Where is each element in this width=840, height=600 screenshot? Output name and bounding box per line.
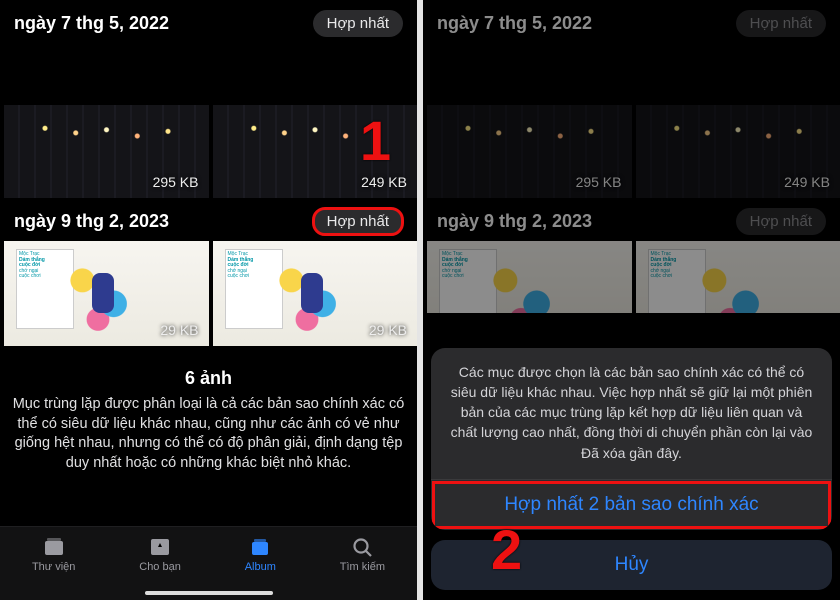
- annotation-step-number: 2: [491, 517, 522, 582]
- photo-thumb[interactable]: 249 KB: [636, 43, 840, 198]
- photo-thumb[interactable]: Mộc Trạc Dám thẳng cuộc đời chớ ngại cuộ…: [213, 241, 418, 346]
- file-size-badge: 249 KB: [361, 174, 407, 190]
- action-sheet-card: Các mục được chọn là các bản sao chính x…: [431, 348, 832, 530]
- photo-thumb[interactable]: 295 KB: [4, 43, 209, 198]
- screenshot-step-2: ngày 7 thg 5, 2022 Hợp nhất 295 KB 249 K…: [423, 0, 840, 600]
- photo-thumb[interactable]: Mộc Trạc Dám thẳng cuộc đời chớ ngại cuộ…: [636, 241, 840, 313]
- file-size-badge: 29 KB: [160, 322, 198, 338]
- tab-library[interactable]: Thư viện: [32, 535, 75, 573]
- duplicates-list: ngày 7 thg 5, 2022 Hợp nhất 295 KB 249 K…: [423, 0, 840, 313]
- merge-button[interactable]: Hợp nhất: [736, 10, 826, 37]
- tab-bar: Thư viện Cho bạn Album Tìm kiếm: [0, 526, 417, 600]
- duplicates-list: ngày 7 thg 5, 2022 Hợp nhất 295 KB 249 K…: [0, 0, 417, 489]
- summary-count: 6 ảnh: [0, 368, 417, 389]
- group-header-2: ngày 9 thg 2, 2023 Hợp nhất: [423, 198, 840, 241]
- tab-for-you[interactable]: Cho bạn: [139, 535, 181, 573]
- summary-description: Mục trùng lặp được phân loại là cả các b…: [0, 389, 417, 489]
- merge-button[interactable]: Hợp nhất: [313, 208, 403, 235]
- photo-thumb[interactable]: Mộc Trạc Dám thẳng cuộc đời chớ ngại cuộ…: [427, 241, 632, 313]
- file-size-badge: 295 KB: [153, 174, 199, 190]
- group-header-1: ngày 7 thg 5, 2022 Hợp nhất: [423, 0, 840, 43]
- group-header-1: ngày 7 thg 5, 2022 Hợp nhất: [0, 0, 417, 43]
- sheet-message: Các mục được chọn là các bản sao chính x…: [431, 348, 832, 480]
- merge-button[interactable]: Hợp nhất: [736, 208, 826, 235]
- tab-search[interactable]: Tìm kiếm: [340, 535, 385, 573]
- group-header-2: ngày 9 thg 2, 2023 Hợp nhất: [0, 198, 417, 241]
- group-date: ngày 7 thg 5, 2022: [14, 13, 169, 34]
- annotation-step-number: 1: [360, 108, 391, 173]
- group-date: ngày 9 thg 2, 2023: [14, 211, 169, 232]
- tab-album[interactable]: Album: [245, 535, 276, 573]
- photo-thumb[interactable]: 295 KB: [427, 43, 632, 198]
- file-size-badge: 29 KB: [369, 322, 407, 338]
- group-date: ngày 7 thg 5, 2022: [437, 13, 592, 34]
- album-icon: [247, 535, 273, 559]
- group-2-thumbs: Mộc Trạc Dám thẳng cuộc đời chớ ngại cuộ…: [423, 241, 840, 313]
- foryou-icon: [147, 535, 173, 559]
- photo-thumb[interactable]: Mộc Trạc Dám thẳng cuộc đời chớ ngại cuộ…: [4, 241, 209, 346]
- group-1-thumbs: 295 KB 249 KB: [423, 43, 840, 198]
- screenshot-step-1: ngày 7 thg 5, 2022 Hợp nhất 295 KB 249 K…: [0, 0, 417, 600]
- group-date: ngày 9 thg 2, 2023: [437, 211, 592, 232]
- group-2-thumbs: Mộc Trạc Dám thẳng cuộc đời chớ ngại cuộ…: [0, 241, 417, 346]
- file-size-badge: 295 KB: [576, 174, 622, 190]
- merge-button[interactable]: Hợp nhất: [313, 10, 403, 37]
- search-icon: [349, 535, 375, 559]
- group-1-thumbs: 295 KB 249 KB: [0, 43, 417, 198]
- file-size-badge: 249 KB: [784, 174, 830, 190]
- home-indicator[interactable]: [145, 591, 273, 595]
- library-icon: [41, 535, 67, 559]
